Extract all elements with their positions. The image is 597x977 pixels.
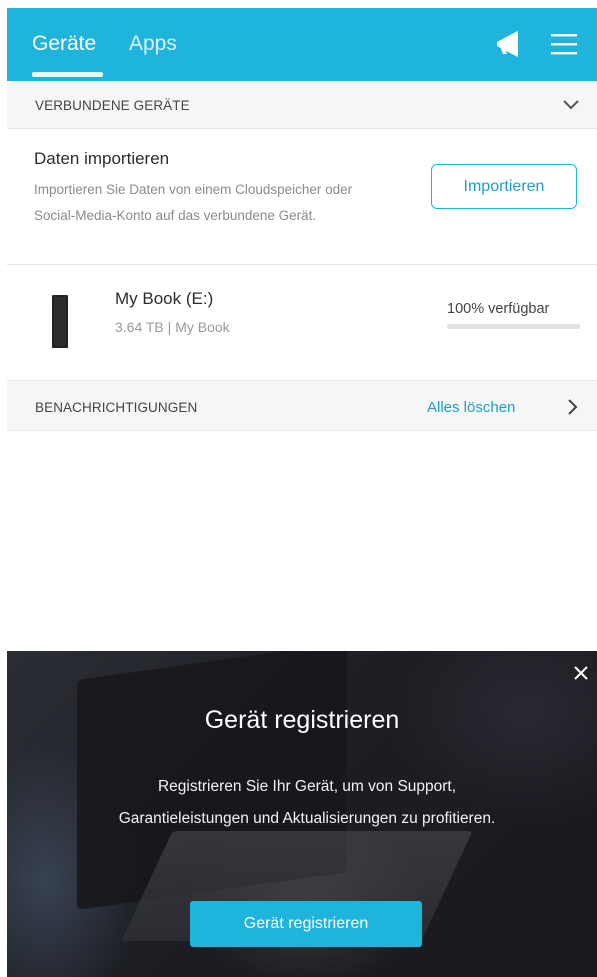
import-data-panel: Daten importieren Importieren Sie Daten … <box>7 129 597 265</box>
hard-drive-icon <box>52 295 68 348</box>
register-device-banner: Gerät registrieren Registrieren Sie Ihr … <box>7 651 597 977</box>
device-meta: 3.64 TB | My Book <box>115 319 230 335</box>
hamburger-menu-icon[interactable] <box>548 28 580 60</box>
active-tab-indicator <box>32 72 103 77</box>
app-window: Geräte Apps VERBUNDENE GERÄTE Daten impo… <box>7 8 597 977</box>
import-description: Importieren Sie Daten von einem Cloudspe… <box>34 182 353 223</box>
megaphone-icon[interactable] <box>490 26 526 62</box>
section-title: VERBUNDENE GERÄTE <box>35 98 190 113</box>
top-navigation-bar: Geräte Apps <box>7 8 597 81</box>
connected-devices-header[interactable]: VERBUNDENE GERÄTE <box>7 81 597 129</box>
device-name: My Book (E:) <box>115 289 214 308</box>
register-device-button[interactable]: Gerät registrieren <box>190 901 422 947</box>
banner-title: Gerät registrieren <box>204 706 400 734</box>
section-title: BENACHRICHTIGUNGEN <box>35 400 198 415</box>
device-row[interactable]: My Book (E:) 3.64 TB | My Book 100% verf… <box>7 265 597 380</box>
close-icon[interactable] <box>571 663 591 683</box>
import-title: Daten importieren <box>34 149 170 168</box>
notifications-header: BENACHRICHTIGUNGEN Alles löschen <box>7 380 597 431</box>
chevron-down-icon[interactable] <box>562 96 580 114</box>
import-button[interactable]: Importieren <box>431 164 577 209</box>
availability-label: 100% verfügbar <box>447 301 550 317</box>
banner-text: Registrieren Sie Ihr Gerät, um von Suppo… <box>118 778 496 827</box>
chevron-right-icon[interactable] <box>563 398 581 416</box>
tab-devices[interactable]: Geräte <box>32 32 96 56</box>
availability-bar-fill <box>447 324 580 329</box>
availability-bar <box>447 324 580 329</box>
clear-all-link[interactable]: Alles löschen <box>427 399 515 416</box>
tab-apps[interactable]: Apps <box>129 32 177 56</box>
